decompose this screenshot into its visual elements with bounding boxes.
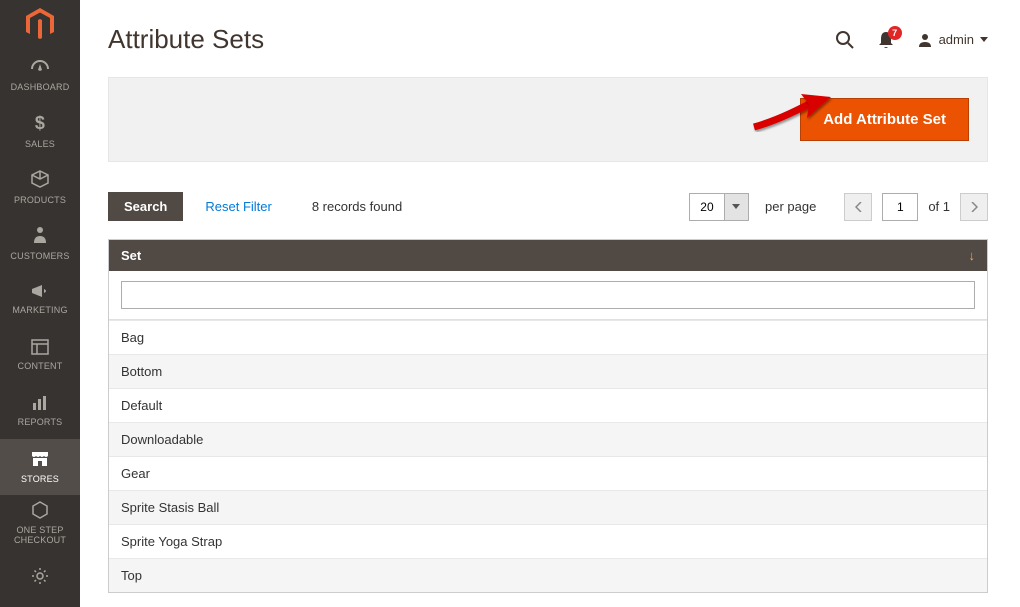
nav-reports[interactable]: REPORTS xyxy=(0,383,80,439)
nav-label: PRODUCTS xyxy=(14,195,66,205)
page-total-label: of 1 xyxy=(928,199,950,214)
cube-icon xyxy=(30,169,50,191)
user-icon xyxy=(917,32,933,48)
table-row[interactable]: Sprite Stasis Ball xyxy=(109,490,987,524)
page-actions-bar: Add Attribute Set xyxy=(108,77,988,162)
gauge-icon xyxy=(29,58,51,78)
table-row[interactable]: Gear xyxy=(109,456,987,490)
user-menu[interactable]: admin xyxy=(917,32,988,48)
chevron-down-icon xyxy=(732,204,740,210)
user-label: admin xyxy=(939,32,974,47)
nav-label: DASHBOARD xyxy=(11,82,70,92)
per-page-label: per page xyxy=(765,199,816,214)
nav-system[interactable] xyxy=(0,551,80,607)
per-page-input[interactable] xyxy=(690,194,724,220)
current-page-input[interactable] xyxy=(882,193,918,221)
admin-sidebar: DASHBOARD $ SALES PRODUCTS CUSTOMERS MAR… xyxy=(0,0,80,607)
table-row[interactable]: Sprite Yoga Strap xyxy=(109,524,987,558)
attribute-set-grid: Set ↓ BagBottomDefaultDownloadableGearSp… xyxy=(108,239,988,593)
search-button[interactable]: Search xyxy=(108,192,183,221)
chevron-left-icon xyxy=(855,202,862,212)
svg-text:$: $ xyxy=(35,113,45,133)
notifications-button[interactable]: 7 xyxy=(877,30,895,50)
gear-icon xyxy=(31,567,49,587)
layout-icon xyxy=(31,339,49,357)
nav-stores[interactable]: STORES xyxy=(0,439,80,495)
global-search-button[interactable] xyxy=(835,30,855,50)
chevron-down-icon xyxy=(980,37,988,43)
search-icon xyxy=(835,30,855,50)
prev-page-button[interactable] xyxy=(844,193,872,221)
sort-arrow-icon: ↓ xyxy=(969,248,976,263)
chevron-right-icon xyxy=(971,202,978,212)
megaphone-icon xyxy=(30,283,50,301)
nav-marketing[interactable]: MARKETING xyxy=(0,271,80,327)
header-actions: 7 admin xyxy=(835,30,988,50)
per-page-select[interactable] xyxy=(689,193,749,221)
nav-content[interactable]: CONTENT xyxy=(0,327,80,383)
main-content: Attribute Sets 7 admin xyxy=(80,0,1020,607)
grid-toolbar: Search Reset Filter 8 records found per … xyxy=(108,192,988,221)
table-row[interactable]: Bag xyxy=(109,320,987,354)
nav-sales[interactable]: $ SALES xyxy=(0,103,80,159)
notification-badge: 7 xyxy=(888,26,902,40)
nav-label: CONTENT xyxy=(18,361,63,371)
magento-logo[interactable] xyxy=(0,0,80,47)
grid-body: BagBottomDefaultDownloadableGearSprite S… xyxy=(109,320,987,592)
table-row[interactable]: Default xyxy=(109,388,987,422)
column-header-set: Set xyxy=(121,248,141,263)
nav-label: ONE STEP CHECKOUT xyxy=(4,525,76,545)
next-page-button[interactable] xyxy=(960,193,988,221)
hexagon-icon xyxy=(31,501,49,521)
nav-label: SALES xyxy=(25,139,55,149)
table-row[interactable]: Bottom xyxy=(109,354,987,388)
toolbar-right: per page of 1 xyxy=(689,193,988,221)
set-filter-input[interactable] xyxy=(121,281,975,309)
person-icon xyxy=(32,225,48,247)
bars-icon xyxy=(31,395,49,413)
nav-label: REPORTS xyxy=(18,417,63,427)
nav-customers[interactable]: CUSTOMERS xyxy=(0,215,80,271)
storefront-icon xyxy=(30,450,50,470)
table-row[interactable]: Top xyxy=(109,558,987,592)
nav-onestep-checkout[interactable]: ONE STEP CHECKOUT xyxy=(0,495,80,551)
per-page-dropdown-toggle[interactable] xyxy=(724,194,748,220)
toolbar-left: Search Reset Filter 8 records found xyxy=(108,192,402,221)
reset-filter-link[interactable]: Reset Filter xyxy=(205,199,271,214)
records-count: 8 records found xyxy=(312,199,402,214)
add-attribute-set-button[interactable]: Add Attribute Set xyxy=(800,98,969,141)
page-header: Attribute Sets 7 admin xyxy=(108,24,988,55)
nav-dashboard[interactable]: DASHBOARD xyxy=(0,47,80,103)
nav-label: MARKETING xyxy=(12,305,67,315)
nav-label: STORES xyxy=(21,474,59,484)
nav-products[interactable]: PRODUCTS xyxy=(0,159,80,215)
grid-header[interactable]: Set ↓ xyxy=(109,240,987,271)
grid-filter-row xyxy=(109,271,987,320)
page-title: Attribute Sets xyxy=(108,24,264,55)
table-row[interactable]: Downloadable xyxy=(109,422,987,456)
dollar-icon: $ xyxy=(33,113,47,135)
nav-label: CUSTOMERS xyxy=(10,251,69,261)
